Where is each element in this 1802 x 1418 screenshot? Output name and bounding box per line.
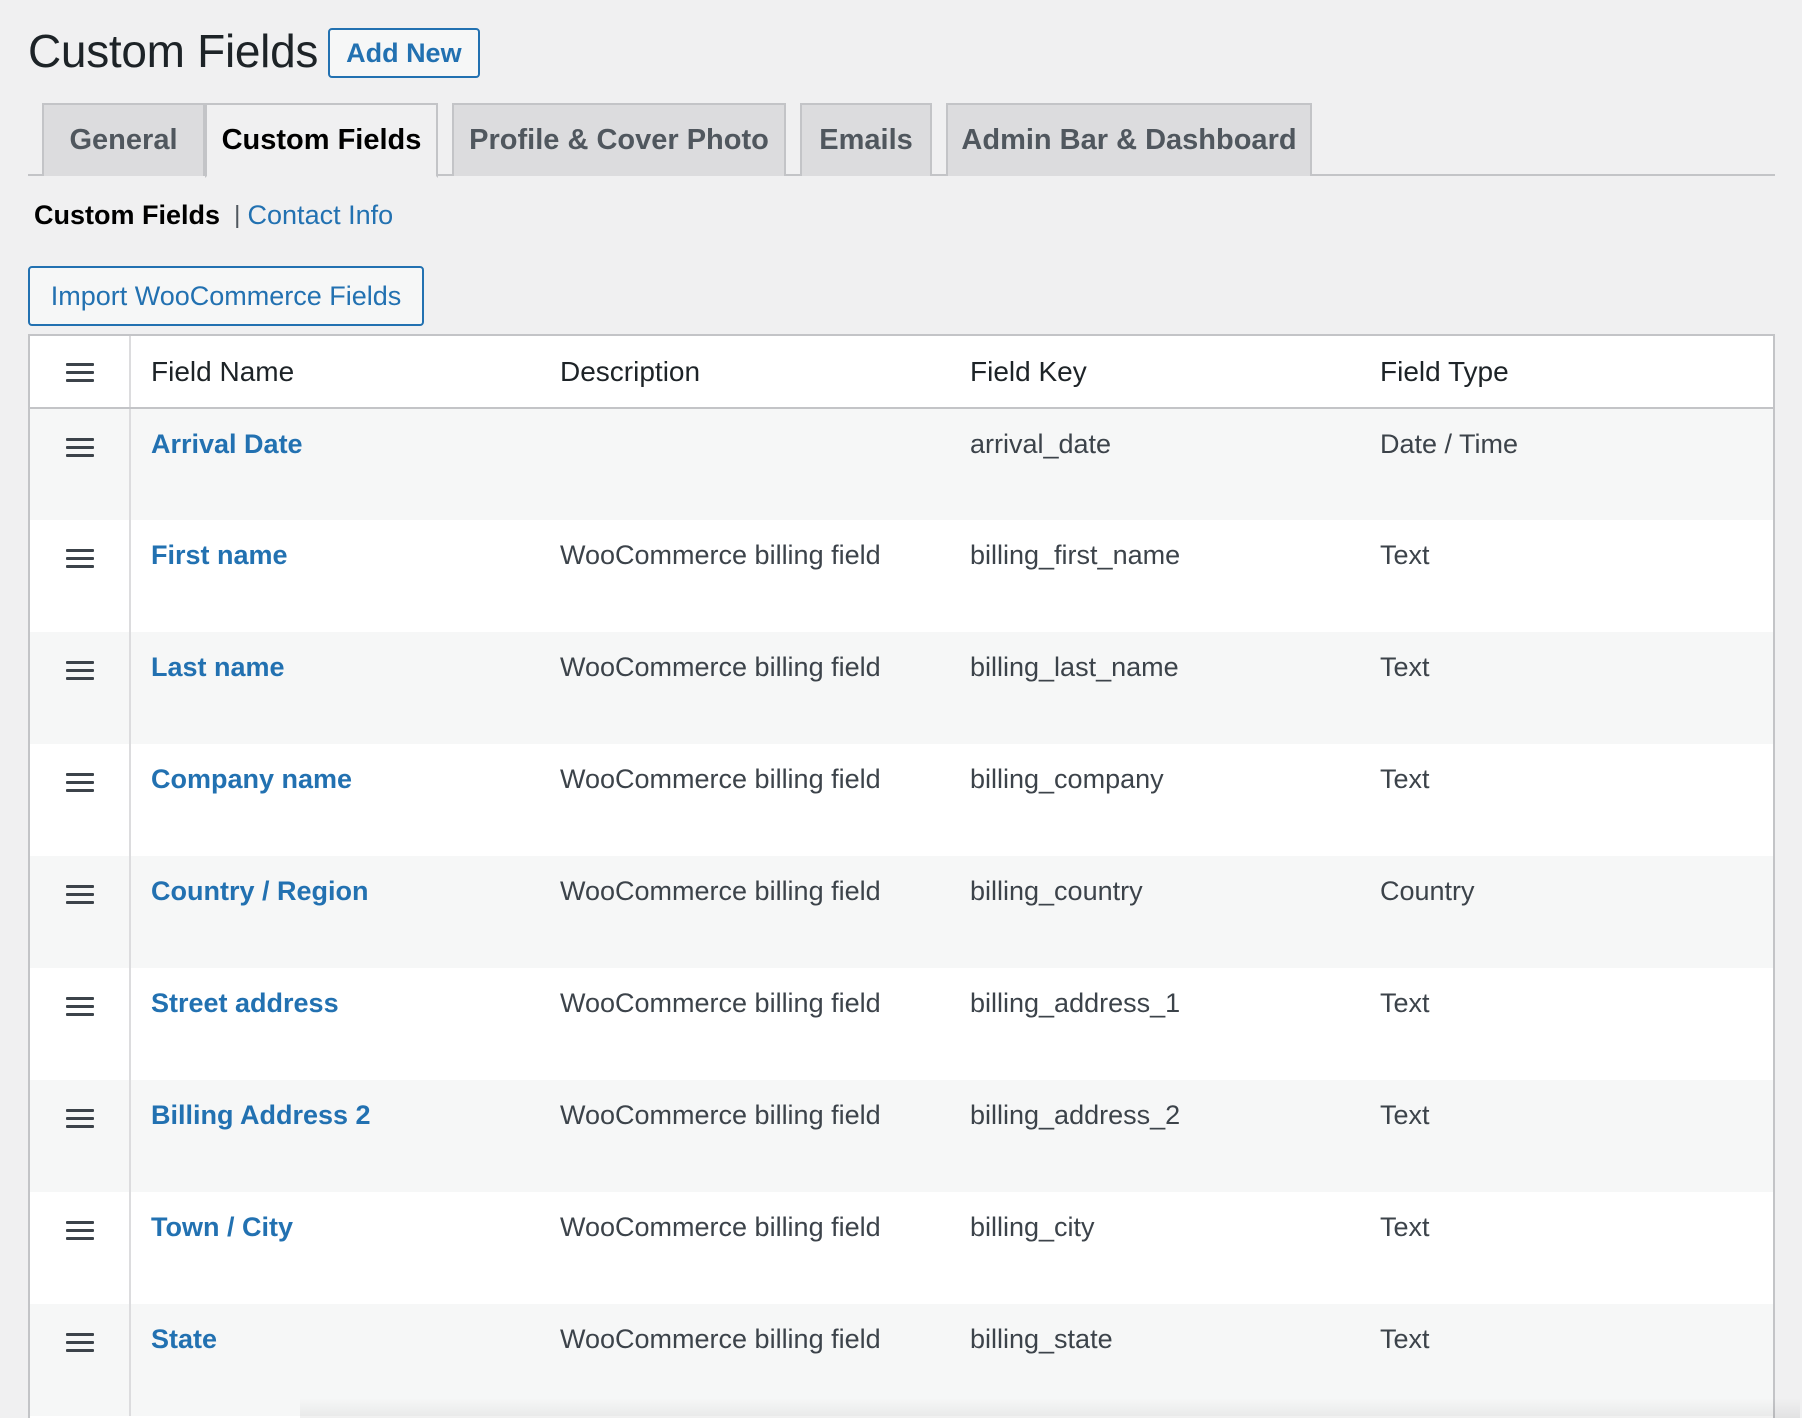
title-row: Custom Fields Add New xyxy=(28,22,480,80)
field-description: WooCommerce billing field xyxy=(560,764,881,794)
field-type: Text xyxy=(1380,652,1430,682)
subnav-contact-info-link[interactable]: Contact Info xyxy=(248,200,394,231)
field-key: billing_address_1 xyxy=(970,988,1181,1018)
tab-admin-bar-dashboard[interactable]: Admin Bar & Dashboard xyxy=(946,103,1312,176)
column-header-field-name: Field Name xyxy=(130,336,540,409)
table-row: Arrival Date arrival_date Date / Time xyxy=(30,408,1773,520)
column-header-description: Description xyxy=(540,336,950,409)
field-type: Text xyxy=(1380,1212,1430,1242)
field-name-link[interactable]: Company name xyxy=(151,764,352,794)
tab-general[interactable]: General xyxy=(42,103,205,176)
field-description xyxy=(540,408,950,520)
field-name-link[interactable]: State xyxy=(151,1324,217,1354)
menu-icon xyxy=(65,363,94,383)
field-name-link[interactable]: Street address xyxy=(151,988,339,1018)
drag-handle-icon[interactable] xyxy=(65,772,94,793)
tab-profile-cover-photo[interactable]: Profile & Cover Photo xyxy=(452,103,786,176)
field-key: billing_state xyxy=(970,1324,1113,1354)
table-row: First name WooCommerce billing field bil… xyxy=(30,520,1773,632)
field-description: WooCommerce billing field xyxy=(560,1324,881,1354)
drag-handle-icon[interactable] xyxy=(65,996,94,1017)
drag-handle-icon[interactable] xyxy=(65,548,94,569)
field-description: WooCommerce billing field xyxy=(560,876,881,906)
field-key: billing_company xyxy=(970,764,1164,794)
table-row: State WooCommerce billing field billing_… xyxy=(30,1304,1773,1416)
field-description: WooCommerce billing field xyxy=(560,540,881,570)
table-body: Arrival Date arrival_date Date / Time Fi… xyxy=(30,408,1773,1416)
table-header-row: Field Name Description Field Key Field T… xyxy=(30,336,1773,409)
field-type: Country xyxy=(1380,876,1475,906)
field-key: billing_country xyxy=(970,876,1143,906)
custom-fields-table: Field Name Description Field Key Field T… xyxy=(28,334,1775,1418)
tab-custom-fields[interactable]: Custom Fields xyxy=(205,103,438,178)
field-type: Text xyxy=(1380,988,1430,1018)
page-title: Custom Fields xyxy=(28,25,319,77)
add-new-button[interactable]: Add New xyxy=(328,28,480,78)
table-row: Street address WooCommerce billing field… xyxy=(30,968,1773,1080)
field-type: Text xyxy=(1380,1324,1430,1354)
drag-handle-icon[interactable] xyxy=(65,660,94,681)
field-name-link[interactable]: Billing Address 2 xyxy=(151,1100,371,1130)
table-row: Country / Region WooCommerce billing fie… xyxy=(30,856,1773,968)
field-key: arrival_date xyxy=(970,429,1112,459)
table-row: Billing Address 2 WooCommerce billing fi… xyxy=(30,1080,1773,1192)
table-row: Last name WooCommerce billing field bill… xyxy=(30,632,1773,744)
field-description: WooCommerce billing field xyxy=(560,1212,881,1242)
drag-handle-icon[interactable] xyxy=(65,1108,94,1129)
column-header-field-type: Field Type xyxy=(1360,336,1773,409)
field-type: Date / Time xyxy=(1380,429,1519,459)
column-header-field-key: Field Key xyxy=(950,336,1360,409)
page: Custom Fields Add New General Custom Fie… xyxy=(0,0,1802,1418)
drag-handle-icon[interactable] xyxy=(65,884,94,905)
tab-emails[interactable]: Emails xyxy=(800,103,932,176)
table-row: Town / City WooCommerce billing field bi… xyxy=(30,1192,1773,1304)
field-type: Text xyxy=(1380,764,1430,794)
table-row: Company name WooCommerce billing field b… xyxy=(30,744,1773,856)
field-name-link[interactable]: Country / Region xyxy=(151,876,369,906)
field-description: WooCommerce billing field xyxy=(560,988,881,1018)
settings-tabs: General Custom Fields Profile & Cover Ph… xyxy=(28,103,1775,178)
field-description: WooCommerce billing field xyxy=(560,652,881,682)
drag-handle-icon[interactable] xyxy=(65,1220,94,1241)
subnav-current: Custom Fields xyxy=(34,200,221,230)
field-key: billing_first_name xyxy=(970,540,1181,570)
field-name-link[interactable]: First name xyxy=(151,540,288,570)
drag-handle-icon[interactable] xyxy=(65,437,94,458)
sub-navigation: Custom Fields | Contact Info xyxy=(34,200,393,231)
field-name-link[interactable]: Arrival Date xyxy=(151,429,303,459)
field-type: Text xyxy=(1380,1100,1430,1130)
field-name-link[interactable]: Last name xyxy=(151,652,285,682)
import-woocommerce-fields-button[interactable]: Import WooCommerce Fields xyxy=(28,266,424,326)
field-description: WooCommerce billing field xyxy=(560,1100,881,1130)
field-name-link[interactable]: Town / City xyxy=(151,1212,293,1242)
subnav-separator: | xyxy=(234,201,241,229)
field-key: billing_last_name xyxy=(970,652,1179,682)
field-key: billing_address_2 xyxy=(970,1100,1181,1130)
field-key: billing_city xyxy=(970,1212,1095,1242)
drag-handle-icon[interactable] xyxy=(65,1332,94,1353)
field-type: Text xyxy=(1380,540,1430,570)
header-handle-cell xyxy=(30,336,131,409)
